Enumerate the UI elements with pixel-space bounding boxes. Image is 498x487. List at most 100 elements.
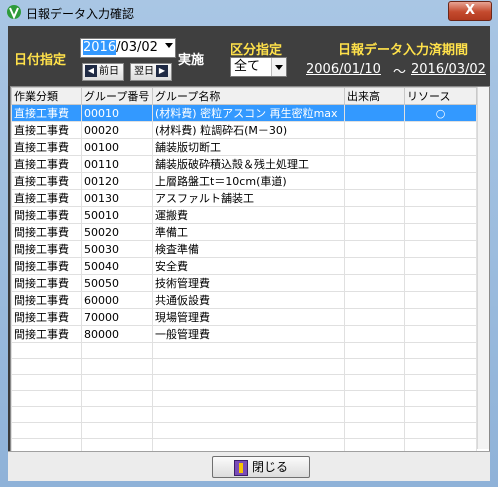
cell-resource[interactable] — [404, 155, 477, 173]
cell-group-name[interactable]: 共通仮設費 — [152, 291, 345, 309]
cell-resource[interactable] — [404, 291, 477, 309]
prev-day-button[interactable]: ◀ 前日 — [82, 63, 124, 81]
cell-category[interactable]: 間接工事費 — [11, 274, 82, 292]
cell-group-name[interactable]: 運搬費 — [152, 206, 345, 224]
table-row[interactable]: 間接工事費 50020 準備工 — [11, 223, 477, 241]
cell-group-no[interactable]: 60000 — [81, 291, 153, 309]
cell-group-no[interactable]: 00100 — [81, 138, 153, 156]
cell-dekidaka[interactable] — [344, 189, 405, 207]
table-row[interactable]: 間接工事費 50030 検査準備 — [11, 240, 477, 258]
date-picker-input[interactable]: 2016/03/02 — [80, 38, 176, 58]
vertical-scrollbar[interactable] — [477, 87, 489, 449]
cell-resource[interactable] — [404, 172, 477, 190]
cell-dekidaka[interactable] — [344, 240, 405, 258]
close-button[interactable]: 閉じる — [212, 456, 310, 478]
cell-category[interactable]: 直接工事費 — [11, 172, 82, 190]
table-row[interactable]: 直接工事費 00130 アスファルト舗装工 — [11, 189, 477, 207]
cell-resource[interactable]: ○ — [404, 104, 477, 122]
cell-dekidaka[interactable] — [344, 308, 405, 326]
table-row[interactable]: 間接工事費 80000 一般管理費 — [11, 325, 477, 343]
cell-dekidaka[interactable] — [344, 223, 405, 241]
cell-resource[interactable] — [404, 325, 477, 343]
cell-resource[interactable] — [404, 240, 477, 258]
cell-category[interactable]: 間接工事費 — [11, 325, 82, 343]
cell-category[interactable]: 間接工事費 — [11, 206, 82, 224]
period-start-link[interactable]: 2006/01/10 — [306, 62, 381, 77]
cell-category[interactable]: 直接工事費 — [11, 121, 82, 139]
chevron-down-icon[interactable] — [271, 58, 286, 76]
cell-group-name[interactable]: 舗装版破砕積込殻＆残土処理工 — [152, 155, 345, 173]
cell-group-no[interactable]: 50030 — [81, 240, 153, 258]
cell-group-no[interactable]: 70000 — [81, 308, 153, 326]
table-row[interactable]: 間接工事費 50010 運搬費 — [11, 206, 477, 224]
cell-dekidaka[interactable] — [344, 206, 405, 224]
period-end-link[interactable]: 2016/03/02 — [411, 62, 486, 77]
cell-category[interactable]: 間接工事費 — [11, 308, 82, 326]
cell-group-name[interactable]: (材料費) 密粒アスコン 再生密粒max — [152, 104, 345, 122]
table-row[interactable]: 直接工事費 00100 舗装版切断工 — [11, 138, 477, 156]
table-row[interactable]: 直接工事費 00020 (材料費) 粒調砕石(M－30) — [11, 121, 477, 139]
cell-resource[interactable] — [404, 121, 477, 139]
cell-resource[interactable] — [404, 138, 477, 156]
cell-dekidaka[interactable] — [344, 257, 405, 275]
table-row[interactable]: 間接工事費 50050 技術管理費 — [11, 274, 477, 292]
cell-category[interactable]: 間接工事費 — [11, 223, 82, 241]
cell-dekidaka[interactable] — [344, 325, 405, 343]
cell-group-name[interactable]: (材料費) 粒調砕石(M－30) — [152, 121, 345, 139]
cell-dekidaka[interactable] — [344, 138, 405, 156]
cell-group-no[interactable]: 50010 — [81, 206, 153, 224]
cell-group-name[interactable]: 舗装版切断工 — [152, 138, 345, 156]
table-row[interactable]: 直接工事費 00120 上層路盤工t＝10cm(車道) — [11, 172, 477, 190]
cell-dekidaka[interactable] — [344, 104, 405, 122]
cell-group-no[interactable]: 50040 — [81, 257, 153, 275]
cell-group-no[interactable]: 00110 — [81, 155, 153, 173]
next-day-button[interactable]: 翌日 ▶ — [130, 63, 172, 81]
cell-group-no[interactable]: 80000 — [81, 325, 153, 343]
table-row[interactable]: 間接工事費 70000 現場管理費 — [11, 308, 477, 326]
cell-resource[interactable] — [404, 206, 477, 224]
cell-group-no[interactable]: 00020 — [81, 121, 153, 139]
column-header[interactable]: グループ番号 — [81, 87, 153, 105]
cell-group-name[interactable]: アスファルト舗装工 — [152, 189, 345, 207]
cell-category[interactable]: 直接工事費 — [11, 155, 82, 173]
cell-resource[interactable] — [404, 308, 477, 326]
chevron-down-icon[interactable] — [165, 43, 173, 48]
table-row[interactable]: 直接工事費 00110 舗装版破砕積込殻＆残土処理工 — [11, 155, 477, 173]
table-row[interactable]: 間接工事費 60000 共通仮設費 — [11, 291, 477, 309]
column-header[interactable]: 出来高 — [344, 87, 405, 105]
cell-dekidaka[interactable] — [344, 121, 405, 139]
cell-dekidaka[interactable] — [344, 172, 405, 190]
cell-group-name[interactable]: 現場管理費 — [152, 308, 345, 326]
cell-group-name[interactable]: 安全費 — [152, 257, 345, 275]
cell-resource[interactable] — [404, 223, 477, 241]
window-close-button[interactable]: X — [448, 1, 492, 21]
cell-category[interactable]: 間接工事費 — [11, 240, 82, 258]
cell-dekidaka[interactable] — [344, 155, 405, 173]
cell-category[interactable]: 間接工事費 — [11, 291, 82, 309]
cell-category[interactable]: 直接工事費 — [11, 104, 82, 122]
table-row[interactable]: 直接工事費 00010 (材料費) 密粒アスコン 再生密粒max ○ — [11, 104, 477, 122]
cell-dekidaka[interactable] — [344, 291, 405, 309]
cell-category[interactable]: 直接工事費 — [11, 189, 82, 207]
cell-group-name[interactable]: 技術管理費 — [152, 274, 345, 292]
cell-group-no[interactable]: 50020 — [81, 223, 153, 241]
cell-group-no[interactable]: 00120 — [81, 172, 153, 190]
category-select[interactable]: 全て — [230, 57, 287, 77]
cell-group-name[interactable]: 準備工 — [152, 223, 345, 241]
table-row[interactable]: 間接工事費 50040 安全費 — [11, 257, 477, 275]
cell-group-name[interactable]: 検査準備 — [152, 240, 345, 258]
column-header[interactable]: リソース — [404, 87, 477, 105]
cell-group-no[interactable]: 50050 — [81, 274, 153, 292]
cell-category[interactable]: 間接工事費 — [11, 257, 82, 275]
cell-category[interactable]: 直接工事費 — [11, 138, 82, 156]
cell-group-name[interactable]: 上層路盤工t＝10cm(車道) — [152, 172, 345, 190]
column-header[interactable]: グループ名称 — [152, 87, 345, 105]
cell-resource[interactable] — [404, 257, 477, 275]
cell-group-name[interactable]: 一般管理費 — [152, 325, 345, 343]
column-header[interactable]: 作業分類 — [11, 87, 82, 105]
cell-group-no[interactable]: 00130 — [81, 189, 153, 207]
cell-resource[interactable] — [404, 274, 477, 292]
cell-group-no[interactable]: 00010 — [81, 104, 153, 122]
cell-resource[interactable] — [404, 189, 477, 207]
cell-dekidaka[interactable] — [344, 274, 405, 292]
